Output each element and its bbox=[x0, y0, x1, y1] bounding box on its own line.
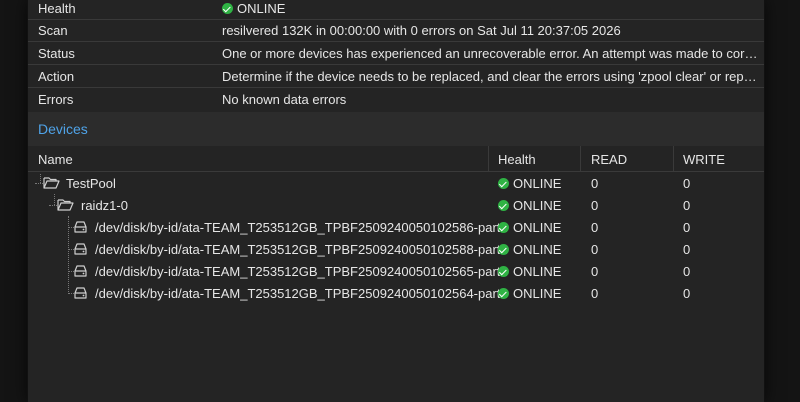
status-value: ONLINE bbox=[222, 1, 758, 16]
device-read: 0 bbox=[591, 176, 599, 191]
folder-open-icon bbox=[57, 199, 74, 211]
backdrop-left bbox=[0, 0, 28, 402]
disk-icon bbox=[74, 243, 87, 255]
status-row-action: Action Determine if the device needs to … bbox=[28, 66, 764, 88]
status-row-errors: Errors No known data errors bbox=[28, 89, 764, 111]
column-header-write[interactable]: WRITE bbox=[683, 152, 725, 167]
check-circle-icon bbox=[498, 266, 509, 277]
device-name: TestPool bbox=[66, 176, 116, 191]
check-circle-icon bbox=[498, 200, 509, 211]
check-circle-icon bbox=[498, 288, 509, 299]
devices-grid-header: Name Health READ WRITE bbox=[28, 146, 764, 172]
status-value: Determine if the device needs to be repl… bbox=[222, 69, 758, 84]
check-circle-icon bbox=[498, 244, 509, 255]
device-name: raidz1-0 bbox=[81, 198, 128, 213]
device-name: /dev/disk/by-id/ata-TEAM_T253512GB_TPBF2… bbox=[95, 220, 508, 235]
column-header-read[interactable]: READ bbox=[591, 152, 627, 167]
check-circle-icon bbox=[222, 3, 233, 14]
status-key: Status bbox=[38, 46, 75, 61]
device-health: ONLINE bbox=[498, 176, 561, 191]
device-write: 0 bbox=[683, 264, 691, 279]
health-text: ONLINE bbox=[513, 264, 562, 279]
status-row-health: Health ONLINE bbox=[28, 0, 764, 20]
backdrop-right bbox=[764, 0, 800, 402]
device-write: 0 bbox=[683, 220, 691, 235]
device-health: ONLINE bbox=[498, 242, 561, 257]
health-text: ONLINE bbox=[513, 286, 562, 301]
device-name: /dev/disk/by-id/ata-TEAM_T253512GB_TPBF2… bbox=[95, 264, 508, 279]
disk-icon bbox=[74, 221, 87, 233]
devices-section-header: Devices bbox=[28, 112, 764, 146]
device-write: 0 bbox=[683, 286, 691, 301]
device-write: 0 bbox=[683, 198, 691, 213]
device-row-pool[interactable]: TestPool ONLINE 0 0 bbox=[28, 172, 764, 194]
device-row-disk[interactable]: /dev/disk/by-id/ata-TEAM_T253512GB_TPBF2… bbox=[28, 216, 764, 238]
device-health: ONLINE bbox=[498, 220, 561, 235]
column-divider[interactable] bbox=[580, 146, 581, 172]
device-row-disk[interactable]: /dev/disk/by-id/ata-TEAM_T253512GB_TPBF2… bbox=[28, 238, 764, 260]
column-divider[interactable] bbox=[488, 146, 489, 172]
column-header-name[interactable]: Name bbox=[38, 152, 73, 167]
column-header-health[interactable]: Health bbox=[498, 152, 536, 167]
disk-icon bbox=[74, 265, 87, 277]
device-row-vdev[interactable]: raidz1-0 ONLINE 0 0 bbox=[28, 194, 764, 216]
device-row-disk[interactable]: /dev/disk/by-id/ata-TEAM_T253512GB_TPBF2… bbox=[28, 260, 764, 282]
status-key: Action bbox=[38, 69, 75, 84]
device-write: 0 bbox=[683, 176, 691, 191]
status-value: One or more devices has experienced an u… bbox=[222, 46, 758, 61]
device-read: 0 bbox=[591, 286, 599, 301]
device-health: ONLINE bbox=[498, 198, 561, 213]
check-circle-icon bbox=[498, 178, 509, 189]
device-name: /dev/disk/by-id/ata-TEAM_T253512GB_TPBF2… bbox=[95, 242, 508, 257]
device-name: /dev/disk/by-id/ata-TEAM_T253512GB_TPBF2… bbox=[95, 286, 508, 301]
disk-icon bbox=[74, 287, 87, 299]
status-value: No known data errors bbox=[222, 92, 347, 107]
device-health: ONLINE bbox=[498, 264, 561, 279]
health-text: ONLINE bbox=[513, 242, 562, 257]
zfs-pool-detail-panel: Health ONLINE Scan resilvered 132K in 00… bbox=[28, 0, 764, 402]
health-text: ONLINE bbox=[513, 198, 562, 213]
status-key: Health bbox=[38, 1, 76, 16]
column-divider[interactable] bbox=[673, 146, 674, 172]
health-text: ONLINE bbox=[513, 176, 562, 191]
status-value: resilvered 132K in 00:00:00 with 0 error… bbox=[222, 23, 621, 38]
device-write: 0 bbox=[683, 242, 691, 257]
device-read: 0 bbox=[591, 242, 599, 257]
status-key: Scan bbox=[38, 23, 68, 38]
check-circle-icon bbox=[498, 222, 509, 233]
health-text: ONLINE bbox=[513, 220, 562, 235]
device-read: 0 bbox=[591, 220, 599, 235]
status-row-status: Status One or more devices has experienc… bbox=[28, 43, 764, 65]
status-row-scan: Scan resilvered 132K in 00:00:00 with 0 … bbox=[28, 20, 764, 42]
folder-open-icon bbox=[43, 177, 60, 189]
devices-title: Devices bbox=[38, 121, 88, 137]
device-read: 0 bbox=[591, 198, 599, 213]
device-read: 0 bbox=[591, 264, 599, 279]
status-key: Errors bbox=[38, 92, 74, 107]
health-value: ONLINE bbox=[237, 1, 286, 16]
device-health: ONLINE bbox=[498, 286, 561, 301]
device-row-disk[interactable]: /dev/disk/by-id/ata-TEAM_T253512GB_TPBF2… bbox=[28, 282, 764, 304]
